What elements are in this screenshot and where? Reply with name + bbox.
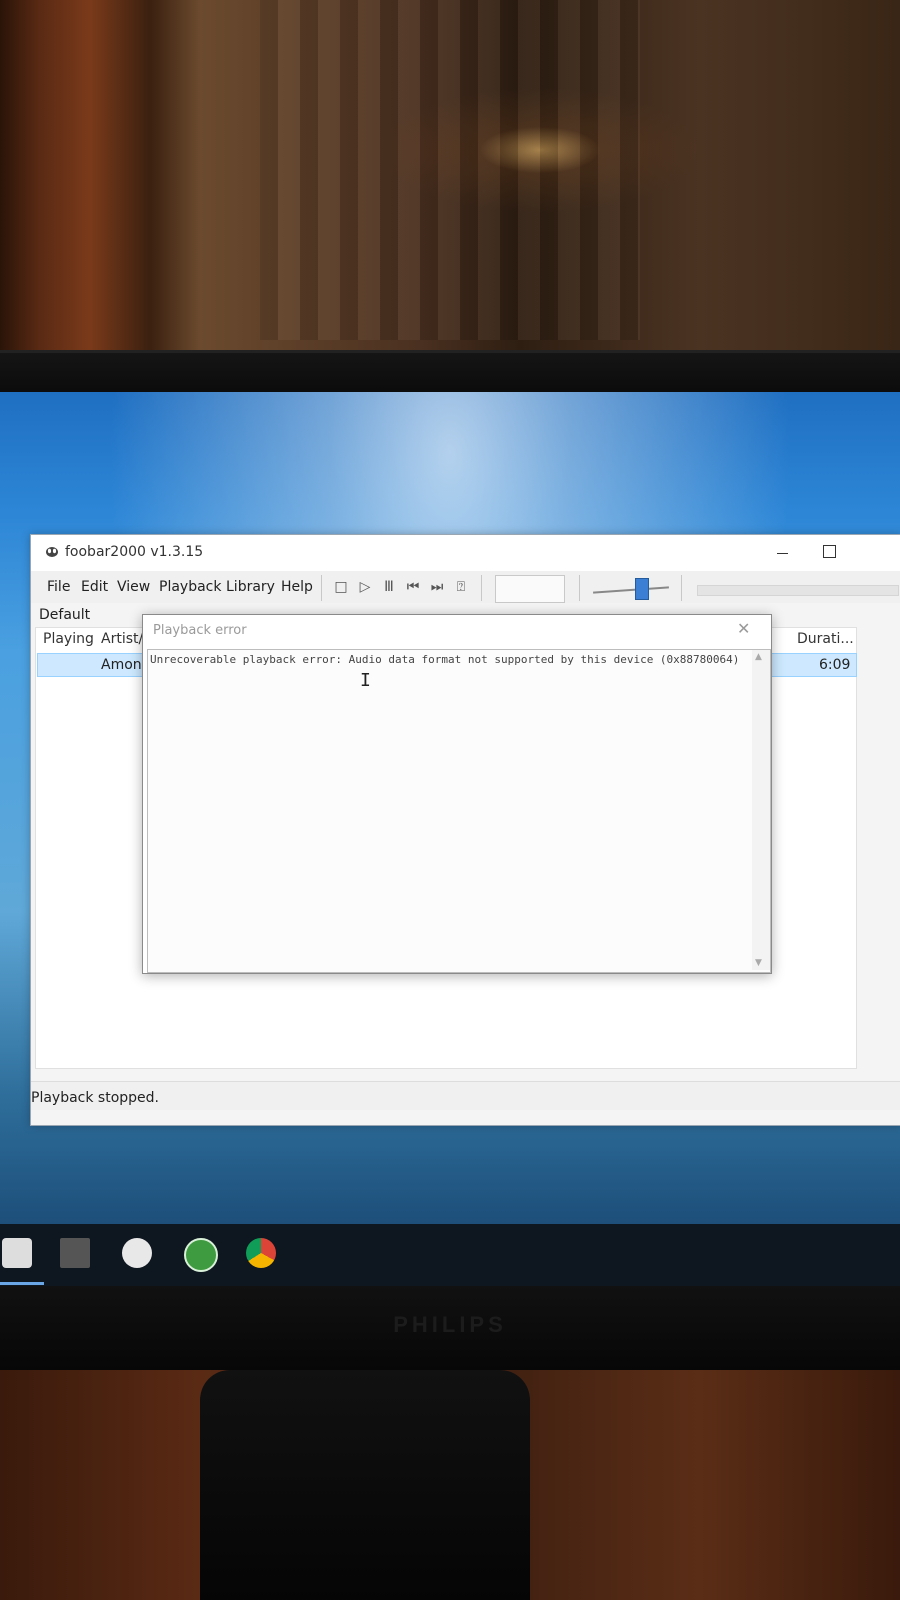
- dialog-title: Playback error: [153, 623, 247, 638]
- menu-edit[interactable]: Edit: [81, 579, 108, 595]
- status-bar: Playback stopped.: [31, 1081, 900, 1110]
- status-text: Playback stopped.: [31, 1090, 159, 1106]
- menu-help[interactable]: Help: [281, 579, 313, 595]
- column-header-duration[interactable]: Durati...: [797, 631, 854, 647]
- chrome-icon[interactable]: [246, 1238, 276, 1268]
- next-icon[interactable]: ⏭: [429, 579, 445, 595]
- previous-icon[interactable]: ⏮: [405, 579, 421, 595]
- toolbar-separator: [321, 575, 322, 601]
- order-dropdown[interactable]: [495, 575, 565, 603]
- window-title: foobar2000 v1.3.15: [65, 544, 204, 560]
- active-app-indicator: [0, 1282, 44, 1285]
- playlist-tab-default[interactable]: Default: [39, 607, 90, 623]
- foobar2000-icon[interactable]: [2, 1238, 32, 1268]
- utorrent-icon[interactable]: [184, 1238, 218, 1272]
- minimize-button[interactable]: [761, 535, 807, 571]
- menu-library[interactable]: Library: [226, 579, 275, 595]
- monitor-brand-logo: PHILIPS: [393, 1312, 507, 1337]
- scroll-down-icon[interactable]: ▼: [755, 958, 762, 968]
- scroll-up-icon[interactable]: ▲: [755, 652, 762, 662]
- foobar-app-icon: [46, 547, 58, 557]
- seekbar[interactable]: [697, 585, 899, 596]
- room-background: [0, 0, 900, 360]
- play-icon[interactable]: ▷: [357, 579, 373, 595]
- volume-slider-thumb[interactable]: [635, 578, 649, 600]
- toolbar-separator: [579, 575, 580, 601]
- text-cursor-icon: I: [360, 670, 371, 691]
- row-duration: 6:09: [819, 657, 851, 673]
- error-message-box[interactable]: Unrecoverable playback error: Audio data…: [147, 649, 771, 973]
- row-artist: Amon: [101, 657, 142, 673]
- taskbar: [0, 1224, 900, 1286]
- title-bar[interactable]: foobar2000 v1.3.15: [31, 535, 900, 571]
- toolbar-separator: [481, 575, 482, 601]
- maximize-button[interactable]: [807, 535, 853, 571]
- close-icon[interactable]: ✕: [737, 619, 750, 638]
- monitor-stand: [200, 1370, 530, 1600]
- monitor-bezel-top: [0, 350, 900, 395]
- pause-icon[interactable]: Ⅲ: [381, 579, 397, 595]
- random-icon[interactable]: ⍰: [453, 579, 469, 595]
- stop-icon[interactable]: □: [333, 579, 349, 595]
- menu-playback[interactable]: Playback: [159, 579, 221, 595]
- clock-app-icon[interactable]: [122, 1238, 152, 1268]
- column-header-playing[interactable]: Playing: [43, 631, 94, 647]
- menu-file[interactable]: File: [47, 579, 70, 595]
- toolbar-separator: [681, 575, 682, 601]
- scrollbar[interactable]: ▲ ▼: [752, 650, 770, 970]
- error-message[interactable]: Unrecoverable playback error: Audio data…: [150, 653, 746, 667]
- menu-view[interactable]: View: [117, 579, 150, 595]
- foobar-tray-icon[interactable]: [60, 1238, 90, 1268]
- playback-error-dialog: Playback error ✕ Unrecoverable playback …: [142, 614, 772, 974]
